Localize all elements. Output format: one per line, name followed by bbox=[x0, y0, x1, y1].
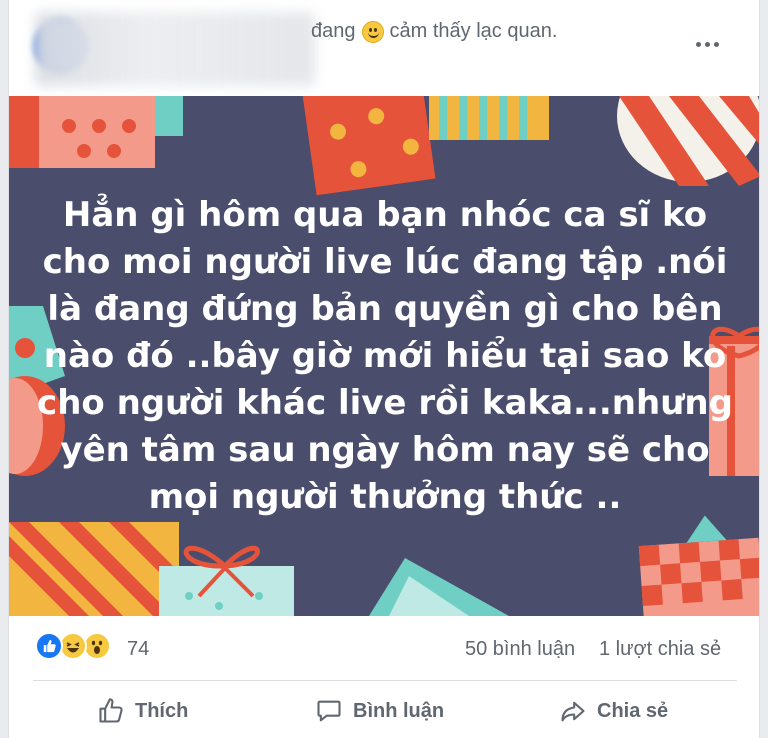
post-image[interactable]: Hẳn gì hôm qua bạn nhóc ca sĩ ko cho moi… bbox=[9, 96, 759, 616]
blurred-author-name bbox=[35, 12, 315, 86]
like-button[interactable]: Thích bbox=[97, 692, 188, 730]
divider bbox=[33, 680, 737, 681]
comment-bubble-icon bbox=[317, 700, 341, 722]
share-label: Chia sẻ bbox=[597, 699, 669, 722]
smile-emoji-icon bbox=[361, 20, 384, 43]
reactions-bar: 74 50 bình luận 1 lượt chia sẻ bbox=[9, 616, 759, 678]
action-bar: Thích Bình luận Chia sẻ bbox=[9, 682, 759, 738]
post-card: đang cảm thấy lạc quan. Hẳn gì hôm qua b… bbox=[8, 0, 760, 738]
like-label: Thích bbox=[135, 699, 189, 722]
share-button[interactable]: Chia sẻ bbox=[559, 692, 668, 730]
thumbs-up-icon bbox=[99, 698, 123, 723]
share-arrow-icon bbox=[561, 701, 585, 722]
reaction-count[interactable]: 74 bbox=[127, 638, 149, 661]
feeling-text[interactable]: cảm thấy lạc quan. bbox=[390, 20, 558, 43]
wow-reaction-icon bbox=[83, 632, 111, 660]
comment-label: Bình luận bbox=[353, 699, 445, 722]
haha-reaction-icon bbox=[59, 632, 87, 660]
post-header: đang cảm thấy lạc quan. bbox=[9, 0, 759, 96]
feeling-prefix: đang bbox=[311, 20, 356, 42]
feeling-status: đang cảm thấy lạc quan. bbox=[311, 20, 557, 43]
comments-count[interactable]: 50 bình luận bbox=[465, 638, 575, 661]
shares-count[interactable]: 1 lượt chia sẻ bbox=[599, 638, 721, 661]
reaction-icons[interactable] bbox=[35, 632, 111, 662]
comment-button[interactable]: Bình luận bbox=[315, 692, 444, 730]
more-options-icon[interactable] bbox=[689, 32, 725, 56]
like-reaction-icon bbox=[35, 632, 63, 660]
post-text: Hẳn gì hôm qua bạn nhóc ca sĩ ko cho moi… bbox=[37, 195, 733, 517]
